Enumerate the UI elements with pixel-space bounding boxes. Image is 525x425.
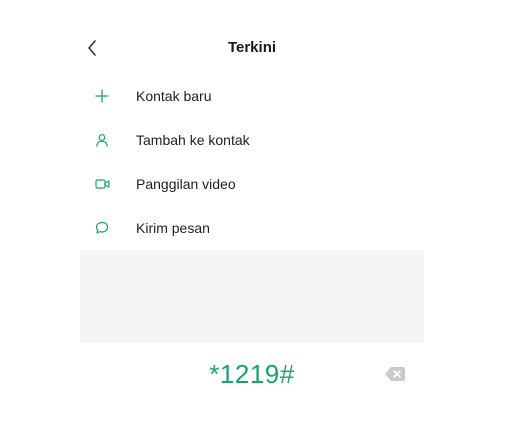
person-icon bbox=[94, 132, 110, 148]
action-menu: Kontak baru Tambah ke kontak Panggilan v… bbox=[80, 74, 424, 250]
video-camera-icon bbox=[94, 176, 110, 192]
menu-item-video-call[interactable]: Panggilan video bbox=[80, 162, 424, 206]
dialer-screen: Terkini Kontak baru Tambah ke kontak Pan… bbox=[0, 0, 525, 425]
menu-item-new-contact[interactable]: Kontak baru bbox=[80, 74, 424, 118]
menu-item-label: Kontak baru bbox=[136, 88, 212, 104]
plus-icon bbox=[94, 88, 110, 104]
backspace-button[interactable] bbox=[384, 365, 406, 383]
empty-panel bbox=[80, 250, 424, 343]
dialed-number[interactable]: *1219# bbox=[80, 352, 424, 396]
backspace-icon bbox=[385, 367, 405, 381]
message-bubble-icon bbox=[94, 220, 110, 236]
menu-item-label: Tambah ke kontak bbox=[136, 132, 250, 148]
dial-input-row: *1219# bbox=[80, 352, 424, 396]
chevron-left-icon bbox=[88, 40, 96, 56]
page-title: Terkini bbox=[227, 39, 277, 56]
menu-item-label: Panggilan video bbox=[136, 176, 236, 192]
menu-item-add-to-contact[interactable]: Tambah ke kontak bbox=[80, 118, 424, 162]
menu-item-label: Kirim pesan bbox=[136, 220, 210, 236]
back-button[interactable] bbox=[80, 34, 104, 62]
menu-item-send-message[interactable]: Kirim pesan bbox=[80, 206, 424, 250]
header: Terkini bbox=[80, 28, 424, 68]
